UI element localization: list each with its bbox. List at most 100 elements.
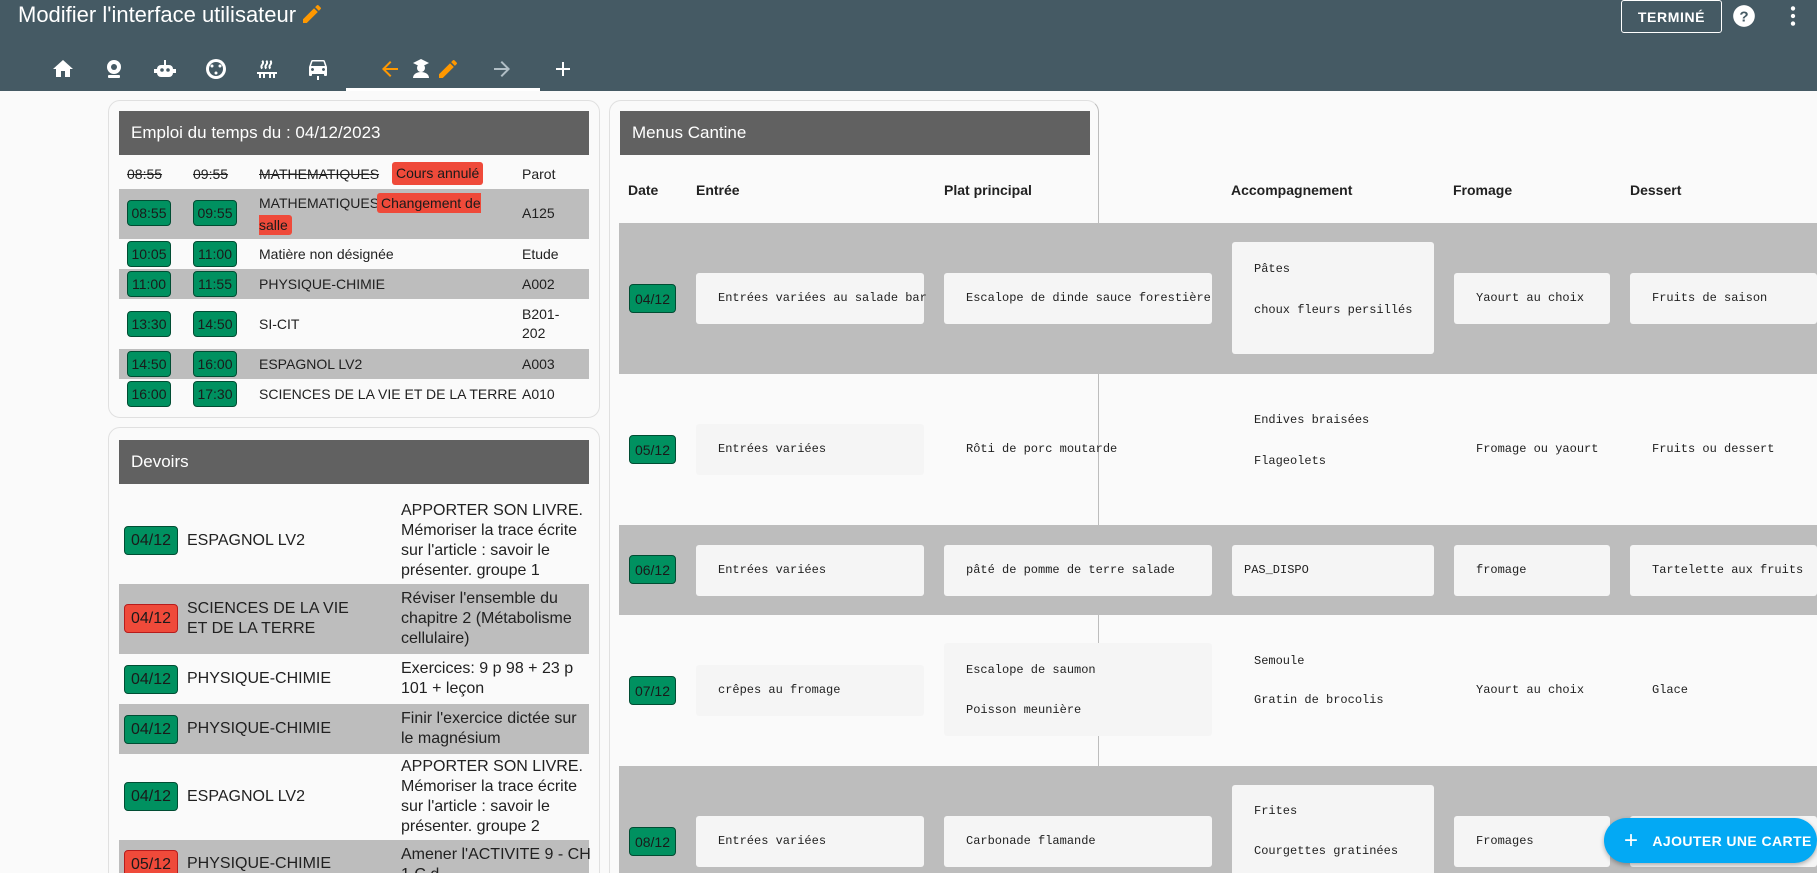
room: A125 (522, 205, 555, 221)
radiator-icon[interactable] (252, 54, 282, 84)
homework-description: Réviser l'ensemble du chapitre 2 (Métabo… (401, 590, 572, 647)
room: A002 (522, 276, 555, 292)
homework-description: Exercices: 9 p 98 + 23 p 101 + leçon (401, 660, 574, 697)
webcam-icon[interactable] (99, 54, 129, 84)
homework-row: 04/12 PHYSIQUE-CHIMIE Exercices: 9 p 98 … (119, 654, 589, 704)
fromage-cell: Yaourt au choix (1454, 273, 1610, 324)
end-time-badge: 17:30 (193, 381, 237, 407)
more-vert-icon[interactable] (1780, 3, 1806, 29)
start-time-badge: 08:55 (127, 200, 171, 226)
subject: ESPAGNOL LV2 (187, 532, 305, 549)
arrow-right-icon[interactable] (487, 54, 517, 84)
robot-vacuum-icon[interactable] (201, 54, 231, 84)
active-tab-indicator (346, 88, 540, 91)
status-badge: Changement de salle (259, 193, 481, 235)
accompagnement-cell: Endives braisées Flageolets (1254, 413, 1370, 468)
end-time-badge: 16:00 (193, 351, 237, 377)
schedule-row: 16:00 17:30 SCIENCES DE LA VIE ET DE LA … (119, 379, 589, 409)
date-badge: 05/12 (124, 850, 178, 873)
subject: ESPAGNOL LV2 (259, 356, 363, 372)
schedule-card: Emploi du temps du : 04/12/2023 08:55 09… (108, 100, 600, 418)
schedule-row: 11:00 11:55 PHYSIQUE-CHIMIE A002 (119, 269, 589, 299)
room: B201-202 (522, 306, 560, 341)
accompagnement-cell: PAS_DISPO (1232, 545, 1434, 596)
top-app-bar: Modifier l'interface utilisateur TERMINÉ… (0, 0, 1817, 91)
subject: SI-CIT (259, 316, 300, 332)
date-badge: 04/12 (124, 782, 178, 811)
subject: SCIENCES DE LA VIE ET DE LA TERRE (259, 386, 517, 402)
room: A003 (522, 356, 555, 372)
end-time: 09:55 (193, 166, 229, 182)
date-badge: 04/12 (124, 604, 178, 633)
homework-description: APPORTER SON LIVRE. Mémoriser la trace é… (401, 758, 583, 835)
start-time-badge: 14:50 (127, 351, 171, 377)
start-time-badge: 16:00 (127, 381, 171, 407)
fromage-cell: Fromage ou yaourt (1476, 442, 1599, 456)
room: Etude (522, 246, 559, 262)
car-icon[interactable] (303, 54, 333, 84)
homework-description: APPORTER SON LIVRE. Mémoriser la trace é… (401, 502, 583, 579)
pencil-icon[interactable] (433, 54, 463, 84)
start-time: 08:55 (127, 166, 163, 182)
plus-icon: + (1624, 826, 1639, 854)
homework-card: Devoirs 04/12 ESPAGNOL LV2 APPORTER SON … (108, 427, 600, 873)
end-time-badge: 09:55 (193, 200, 237, 226)
dessert-cell: Glace (1652, 683, 1689, 697)
student-icon[interactable] (406, 54, 436, 84)
homework-row: 04/12 SCIENCES DE LA VIE ET DE LA TERRE … (119, 584, 589, 654)
menu-card-title: Menus Cantine (620, 111, 1090, 155)
accompagnement-cell: Frites Courgettes gratinées (1232, 785, 1434, 873)
room: Parot (522, 166, 556, 182)
schedule-row: 10:05 11:00 Matière non désignée Etude (119, 239, 589, 269)
schedule-row: 08:55 09:55 MATHEMATIQUES Changement de … (119, 189, 589, 239)
page-title: Modifier l'interface utilisateur (18, 2, 297, 27)
column-header-dessert: Dessert (1630, 182, 1682, 198)
homework-row: 04/12 PHYSIQUE-CHIMIE Finir l'exercice d… (119, 704, 589, 754)
date-badge: 04/12 (124, 665, 178, 694)
subject: PHYSIQUE-CHIMIE (187, 855, 332, 872)
dessert-cell: Tartelette aux fruits (1630, 545, 1817, 596)
homework-row: 04/12 ESPAGNOL LV2 APPORTER SON LIVRE. M… (119, 498, 589, 584)
home-icon[interactable] (48, 54, 78, 84)
add-card-button[interactable]: + AJOUTER UNE CARTE (1604, 818, 1817, 863)
arrow-left-icon[interactable] (375, 54, 405, 84)
subject: SCIENCES DE LA VIE ET DE LA TERRE (187, 600, 349, 637)
date-badge: 04/12 (124, 526, 178, 555)
subject: PHYSIQUE-CHIMIE (187, 720, 332, 737)
subject: PHYSIQUE-CHIMIE (187, 670, 332, 687)
subject: MATHEMATIQUES (259, 166, 380, 182)
homework-row: 05/12 PHYSIQUE-CHIMIE Amener l'ACTIVITE … (119, 840, 591, 873)
help-icon[interactable]: ? (1731, 3, 1757, 29)
room: A010 (522, 386, 555, 402)
fromage-cell: fromage (1454, 545, 1610, 596)
subject: ESPAGNOL LV2 (187, 788, 305, 805)
svg-text:?: ? (1739, 8, 1748, 25)
subject: Matière non désignée (259, 246, 394, 262)
fromage-cell: Fromages (1454, 816, 1610, 867)
date-badge: 04/12 (124, 715, 178, 744)
start-time-badge: 13:30 (127, 311, 171, 337)
schedule-row: 13:30 14:50 SI-CIT B201-202 (119, 299, 589, 349)
done-button[interactable]: TERMINÉ (1621, 0, 1722, 33)
column-header-fromage: Fromage (1453, 182, 1513, 198)
robot-icon[interactable] (150, 54, 180, 84)
column-header-accompagnement: Accompagnement (1231, 182, 1353, 198)
schedule-card-title: Emploi du temps du : 04/12/2023 (119, 111, 589, 155)
start-time-badge: 11:00 (127, 271, 171, 297)
end-time-badge: 11:00 (193, 241, 237, 267)
homework-row: 04/12 ESPAGNOL LV2 APPORTER SON LIVRE. M… (119, 754, 589, 840)
menu-card: Menus Cantine (609, 100, 1099, 873)
dessert-cell: Fruits de saison (1630, 273, 1817, 324)
status-badge: Cours annulé (392, 162, 484, 185)
plus-icon[interactable] (548, 54, 578, 84)
fromage-cell: Yaourt au choix (1476, 683, 1585, 697)
accompagnement-cell: Pâtes choux fleurs persillés (1232, 242, 1434, 354)
end-time-badge: 14:50 (193, 311, 237, 337)
start-time-badge: 10:05 (127, 241, 171, 267)
pencil-icon[interactable] (300, 2, 324, 26)
add-card-label: AJOUTER UNE CARTE (1652, 832, 1812, 849)
end-time-badge: 11:55 (193, 271, 237, 297)
dessert-cell: Fruits ou dessert (1652, 442, 1775, 456)
homework-card-title: Devoirs (119, 440, 589, 484)
subject: PHYSIQUE-CHIMIE (259, 276, 386, 292)
